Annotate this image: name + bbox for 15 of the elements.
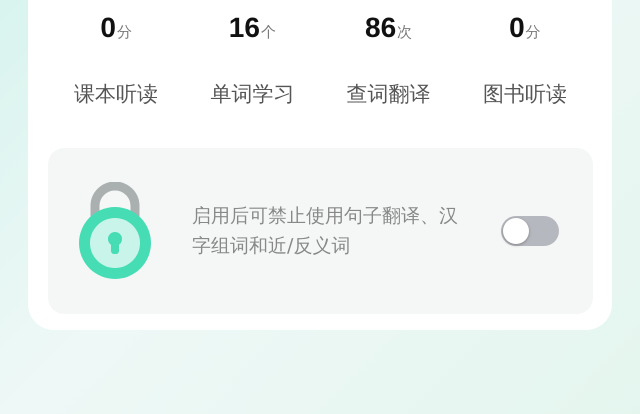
stat-unit: 分 bbox=[526, 23, 541, 42]
stat-unit: 个 bbox=[260, 23, 276, 42]
stat-label: 单词学习 bbox=[210, 81, 294, 108]
stat-value: 0 bbox=[100, 12, 116, 44]
stat-value: 16 bbox=[228, 12, 260, 44]
stat-unit: 分 bbox=[116, 23, 132, 42]
stat-label: 图书听读 bbox=[482, 81, 567, 108]
stat-value: 86 bbox=[365, 12, 396, 44]
lock-toggle[interactable] bbox=[501, 216, 559, 246]
stat-label: 查词翻译 bbox=[346, 81, 431, 108]
lock-description: 启用后可禁止使用句子翻译、汉字组词和近/反义词 bbox=[192, 204, 459, 259]
stat-unit: 次 bbox=[397, 23, 412, 42]
stat-value: 0 bbox=[509, 12, 525, 44]
padlock-icon bbox=[78, 182, 152, 280]
stat-label: 课本听读 bbox=[74, 81, 158, 108]
